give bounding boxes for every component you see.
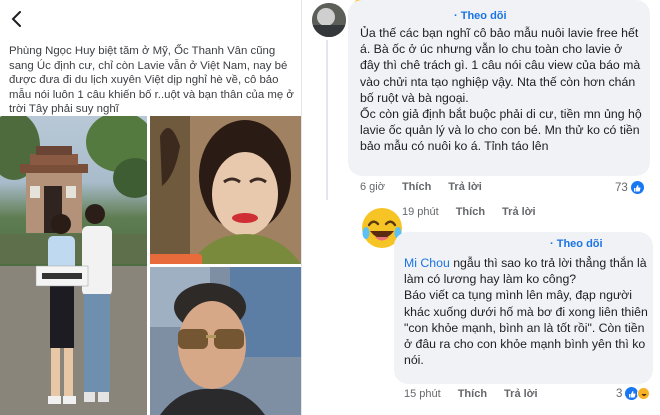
follow-button[interactable]: · Theo dõi: [454, 10, 507, 22]
avatar-photo-icon: [312, 3, 346, 37]
mentioned-user-link[interactable]: Mi Chou: [404, 256, 450, 270]
follow-label: Theo dõi: [460, 10, 507, 22]
comment-actions: 6 giờ Thích Trả lời: [360, 181, 482, 193]
comment-text: Mi Chou ngẫu thì sao ko trả lời thẳng th…: [404, 255, 648, 368]
like-button[interactable]: Thích: [458, 388, 487, 400]
comments-panel: · Theo dõi Ủa thế các bạn nghĩ cô bảo mẫ…: [301, 0, 660, 415]
like-reaction-icon: [630, 181, 644, 194]
thread-connector: [326, 40, 328, 200]
reply-time: 19 phút: [402, 206, 439, 218]
post-panel: Phùng Ngọc Huy biệt tăm ở Mỹ, Ốc Thanh V…: [0, 0, 301, 415]
comment-text-body: ngẫu thì sao ko trả lời thẳng thắn là là…: [404, 256, 648, 368]
woman-portrait-illustration: [150, 116, 301, 264]
man-selfie-photo[interactable]: [150, 267, 301, 415]
man-portrait-illustration: [150, 267, 301, 415]
reply-like-button[interactable]: Thích: [456, 206, 485, 218]
post-photo-grid[interactable]: [0, 116, 301, 415]
reply-actions: 19 phút Thích Trả lời: [402, 206, 536, 218]
like-button[interactable]: Thích: [402, 181, 431, 193]
dot-separator: ·: [454, 10, 461, 22]
dot-separator: ·: [550, 238, 557, 250]
post-header: [0, 0, 301, 36]
reaction-summary[interactable]: 73: [615, 181, 644, 194]
chevron-left-icon: [11, 11, 21, 27]
woman-selfie-photo[interactable]: [150, 116, 301, 264]
temple-photo[interactable]: [0, 116, 147, 415]
comment-actions: 15 phút Thích Trả lời: [404, 388, 538, 400]
commenter-avatar[interactable]: [312, 3, 346, 37]
follow-label: Theo dõi: [556, 238, 603, 250]
comment-time: 6 giờ: [360, 181, 385, 193]
comment-text: Ủa thế các bạn nghĩ cô bảo mẫu nuôi lavi…: [360, 26, 642, 154]
post-caption: Phùng Ngọc Huy biệt tăm ở Mỹ, Ốc Thanh V…: [9, 45, 294, 116]
reply-reply-button[interactable]: Trả lời: [502, 206, 536, 218]
back-button[interactable]: [6, 8, 28, 30]
reaction-count: 73: [615, 181, 628, 194]
comment-time: 15 phút: [404, 388, 441, 400]
haha-reaction-icon: [637, 387, 651, 400]
reply-button[interactable]: Trả lời: [504, 388, 538, 400]
reply-button[interactable]: Trả lời: [448, 181, 482, 193]
reaction-summary[interactable]: 3: [616, 387, 651, 400]
temple-scene-illustration: [0, 116, 147, 415]
reaction-count: 3: [616, 387, 623, 400]
follow-button[interactable]: · Theo dõi: [550, 238, 603, 250]
